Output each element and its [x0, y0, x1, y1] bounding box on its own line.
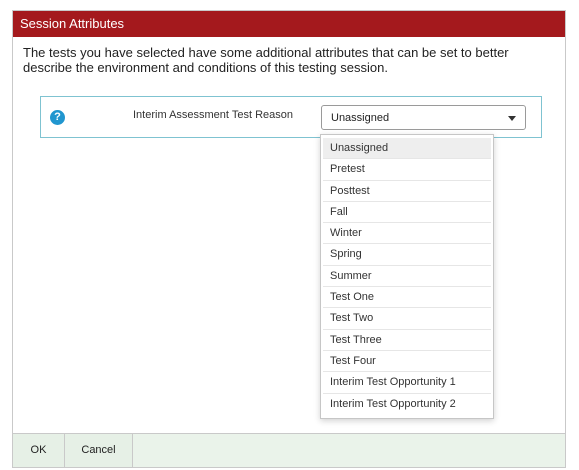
- dropdown-option[interactable]: Interim Test Opportunity 2: [323, 394, 491, 415]
- dialog-description: The tests you have selected have some ad…: [23, 45, 509, 75]
- test-reason-select[interactable]: Unassigned: [321, 105, 526, 130]
- dropdown-option[interactable]: Test Two: [323, 308, 491, 330]
- select-value: Unassigned: [331, 112, 390, 124]
- dropdown-option[interactable]: Pretest: [323, 159, 491, 181]
- ok-button[interactable]: OK: [13, 434, 65, 467]
- caret-down-icon: [508, 116, 516, 121]
- dropdown-option[interactable]: Summer: [323, 266, 491, 288]
- dialog-title: Session Attributes: [13, 11, 565, 37]
- question-circle-icon[interactable]: ?: [50, 110, 65, 125]
- dropdown-option[interactable]: Posttest: [323, 181, 491, 202]
- dropdown-option[interactable]: Test Three: [323, 330, 491, 351]
- dropdown-option[interactable]: Test Four: [323, 351, 491, 373]
- dropdown-option[interactable]: Interim Test Opportunity 1: [323, 372, 491, 394]
- dropdown-option[interactable]: Test One: [323, 287, 491, 309]
- dropdown-option[interactable]: Unassigned: [323, 138, 491, 160]
- attribute-row: ? Interim Assessment Test Reason Unassig…: [40, 96, 542, 138]
- dropdown-option[interactable]: Winter: [323, 223, 491, 245]
- session-attributes-dialog: Session Attributes The tests you have se…: [12, 10, 566, 468]
- attribute-label: Interim Assessment Test Reason: [133, 109, 293, 121]
- dialog-footer: OK Cancel: [13, 433, 565, 467]
- test-reason-dropdown: Unassigned Pretest Posttest Fall Winter …: [320, 134, 494, 419]
- cancel-button[interactable]: Cancel: [65, 434, 133, 467]
- dropdown-option[interactable]: Fall: [323, 202, 491, 224]
- dropdown-option[interactable]: Spring: [323, 244, 491, 266]
